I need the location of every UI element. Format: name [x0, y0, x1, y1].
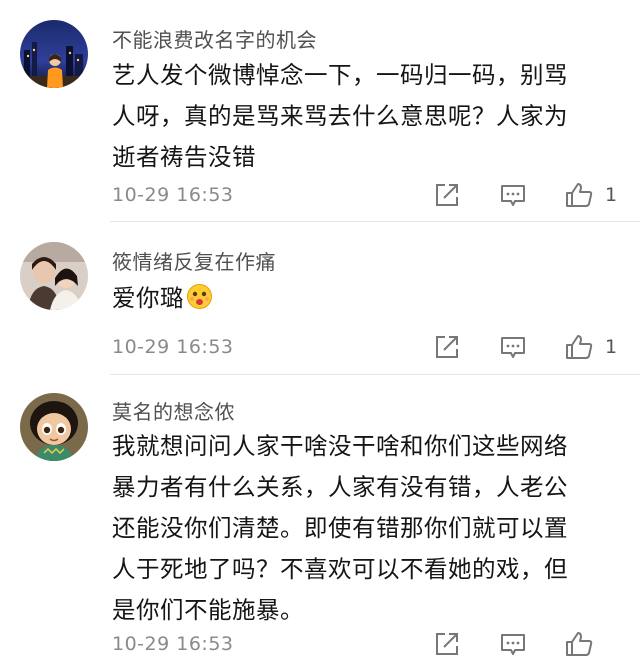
- thumbs-up-icon: [566, 183, 593, 207]
- comment-bubble-icon: [501, 634, 525, 655]
- comment-text-line: 人呀，真的是骂来骂去什么意思呢？人家为: [112, 102, 568, 130]
- drooling-face-emoji-icon: [186, 282, 213, 309]
- comment-text: 爱你璐: [112, 278, 632, 319]
- comment-item: 筱情绪反复在作痛 爱你璐 10-29 16:53 1: [0, 222, 640, 375]
- comment-bubble-icon: [501, 337, 525, 358]
- comment-text-line: 是你们不能施暴。: [112, 596, 304, 624]
- comment-bubble-icon: [501, 185, 525, 206]
- comment-footer: 10-29 16:53 1: [112, 180, 640, 212]
- share-icon: [436, 336, 458, 358]
- avatar[interactable]: [20, 242, 88, 310]
- comment-text-line: 爱你璐: [112, 278, 632, 319]
- couple-photo-avatar-icon: [20, 242, 88, 310]
- comment-text: 我就想问问人家干啥没干啥和你们这些网络 暴力者有什么关系，人家有没有错，人老公 …: [112, 426, 632, 631]
- comment-text-content: 爱你璐: [112, 284, 184, 312]
- like-count: 1: [605, 184, 618, 206]
- username[interactable]: 不能浪费改名字的机会: [112, 24, 317, 53]
- comment-text: 艺人发个微博悼念一下，一码归一码，别骂 人呀，真的是骂来骂去什么意思呢？人家为 …: [112, 55, 632, 178]
- share-button[interactable]: [432, 629, 462, 659]
- comment-footer: 10-29 16:53: [112, 629, 640, 661]
- comment-text-line: 暴力者有什么关系，人家有没有错，人老公: [112, 473, 568, 501]
- cartoon-girl-avatar-icon: [20, 393, 88, 461]
- like-button[interactable]: [564, 629, 594, 659]
- city-night-avatar-icon: [20, 20, 88, 88]
- like-button[interactable]: [564, 332, 594, 362]
- share-icon: [436, 633, 458, 655]
- avatar[interactable]: [20, 393, 88, 461]
- comment-time: 10-29 16:53: [112, 336, 234, 358]
- share-icon: [436, 184, 458, 206]
- username[interactable]: 筱情绪反复在作痛: [112, 246, 276, 275]
- comment-time: 10-29 16:53: [112, 633, 234, 655]
- thumbs-up-icon: [566, 632, 593, 656]
- username[interactable]: 莫名的想念侬: [112, 396, 235, 425]
- comment-text-line: 还能没你们清楚。即使有错那你们就可以置: [112, 514, 568, 542]
- comment-item: 莫名的想念侬 我就想问问人家干啥没干啥和你们这些网络 暴力者有什么关系，人家有没…: [0, 375, 640, 656]
- reply-button[interactable]: [498, 180, 528, 210]
- comment-item: 不能浪费改名字的机会 艺人发个微博悼念一下，一码归一码，别骂 人呀，真的是骂来骂…: [0, 0, 640, 222]
- reply-button[interactable]: [498, 629, 528, 659]
- comment-footer: 10-29 16:53 1: [112, 332, 640, 364]
- like-button[interactable]: [564, 180, 594, 210]
- share-button[interactable]: [432, 180, 462, 210]
- avatar[interactable]: [20, 20, 88, 88]
- comment-time: 10-29 16:53: [112, 184, 234, 206]
- comment-text-line: 我就想问问人家干啥没干啥和你们这些网络: [112, 432, 568, 460]
- comment-text-line: 艺人发个微博悼念一下，一码归一码，别骂: [112, 61, 568, 89]
- reply-button[interactable]: [498, 332, 528, 362]
- comment-text-line: 逝者祷告没错: [112, 143, 256, 171]
- comment-text-line: 人于死地了吗？不喜欢可以不看她的戏，但: [112, 555, 568, 583]
- like-count: 1: [605, 336, 618, 358]
- share-button[interactable]: [432, 332, 462, 362]
- thumbs-up-icon: [566, 335, 593, 359]
